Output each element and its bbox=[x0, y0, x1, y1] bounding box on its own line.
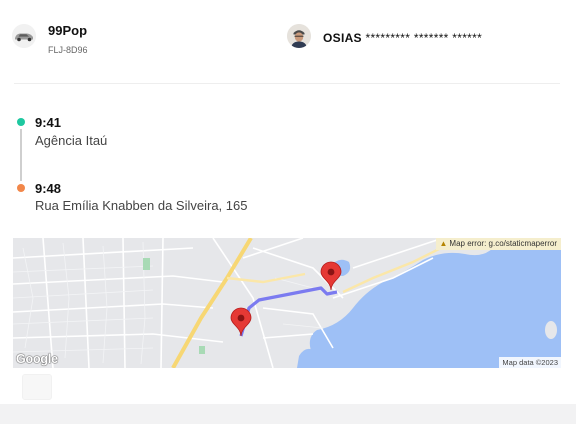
google-logo: Google bbox=[16, 352, 58, 366]
vehicle-plate: FLJ-8D96 bbox=[48, 45, 88, 55]
vehicle-info: 99Pop FLJ-8D96 bbox=[12, 22, 212, 62]
park-small bbox=[199, 346, 205, 354]
driver-first-name: OSIAS bbox=[323, 31, 362, 45]
start-time: 9:41 bbox=[35, 115, 62, 130]
header-divider bbox=[14, 83, 560, 84]
driver-name: OSIAS ********* ******* ****** bbox=[323, 31, 482, 45]
timeline-connector bbox=[20, 129, 22, 181]
vehicle-name: 99Pop bbox=[48, 23, 88, 38]
map-attribution: Map data ©2023 bbox=[499, 357, 561, 368]
end-place: Rua Emília Knabben da Silveira, 165 bbox=[35, 198, 248, 213]
map-canvas bbox=[13, 238, 561, 368]
end-dot-icon bbox=[17, 184, 25, 192]
route-map[interactable]: ▲ Map error: g.co/staticmaperror Google M… bbox=[13, 238, 561, 368]
car-icon bbox=[12, 24, 36, 48]
park bbox=[143, 258, 150, 270]
trip-header: 99Pop FLJ-8D96 OSIAS ********* ******* *… bbox=[0, 0, 576, 84]
page-footer bbox=[0, 404, 576, 424]
driver-avatar bbox=[287, 24, 311, 48]
trip-timeline: 9:41 Agência Itaú 9:48 Rua Emília Knabbe… bbox=[0, 110, 576, 220]
driver-info: OSIAS ********* ******* ****** bbox=[287, 24, 567, 50]
map-error-text: Map error: g.co/staticmaperror bbox=[449, 239, 557, 248]
driver-masked-name: ********* ******* ****** bbox=[365, 31, 483, 45]
start-dot-icon bbox=[17, 118, 25, 126]
map-error-banner[interactable]: ▲ Map error: g.co/staticmaperror bbox=[436, 238, 561, 250]
warning-icon: ▲ bbox=[439, 239, 448, 248]
island bbox=[545, 321, 557, 339]
start-place: Agência Itaú bbox=[35, 133, 108, 148]
hidden-action-button[interactable] bbox=[22, 374, 52, 400]
end-time: 9:48 bbox=[35, 181, 62, 196]
